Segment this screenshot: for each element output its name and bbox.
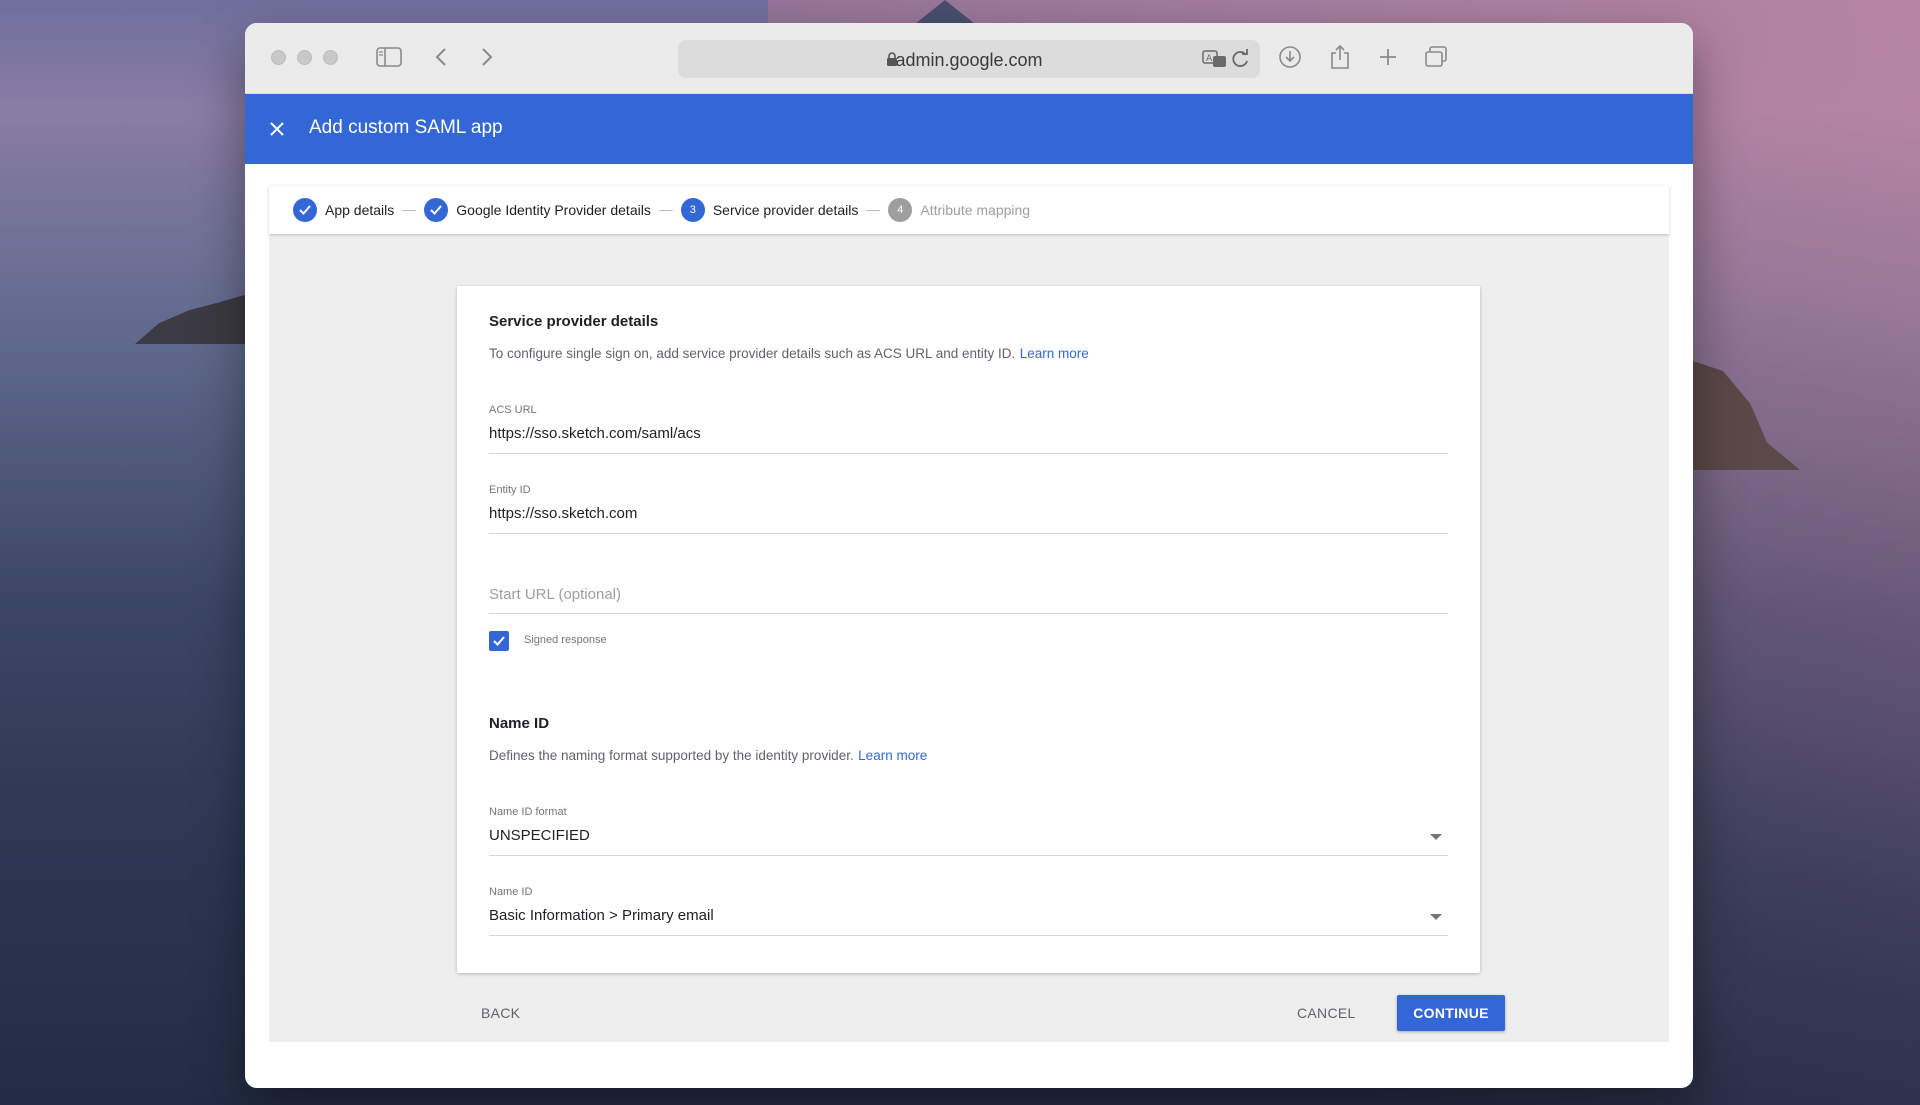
minimize-window-button[interactable] — [297, 50, 312, 65]
step-divider — [402, 209, 417, 211]
step-divider — [866, 209, 881, 211]
main-content: App details Google Identity Provider det… — [269, 186, 1669, 1042]
browser-window: admin.google.com A Add custom SAML app A… — [245, 23, 1693, 1088]
form-card: Service provider details To configure si… — [457, 286, 1480, 973]
section-title: Name ID — [489, 715, 550, 732]
sidebar-icon[interactable] — [375, 43, 403, 71]
acs-url-field[interactable]: ACS URL https://sso.sketch.com/saml/acs — [489, 404, 1448, 454]
field-value: https://sso.sketch.com — [489, 505, 638, 522]
step-service-provider-details[interactable]: 3 Service provider details — [680, 198, 859, 222]
back-button[interactable]: BACK — [469, 997, 532, 1029]
step-number: 3 — [680, 198, 705, 222]
field-label: Name ID — [489, 886, 533, 898]
step-label: Attribute mapping — [920, 202, 1031, 218]
translate-icon[interactable]: A — [1202, 49, 1228, 74]
field-placeholder: Start URL (optional) — [489, 586, 621, 603]
field-value: Basic Information > Primary email — [489, 907, 714, 924]
field-label: Name ID format — [489, 806, 567, 818]
back-icon[interactable] — [427, 43, 455, 71]
section-title: Service provider details — [489, 313, 659, 330]
continue-button[interactable]: CONTINUE — [1397, 995, 1505, 1031]
service-provider-header: Service provider details — [489, 313, 1448, 330]
section-description: Defines the naming format supported by t… — [489, 748, 854, 763]
step-label: Service provider details — [712, 202, 859, 218]
check-icon — [293, 198, 317, 222]
field-label: Entity ID — [489, 484, 531, 496]
checkbox-label: Signed response — [524, 634, 607, 646]
step-google-idp-details[interactable]: Google Identity Provider details — [424, 198, 651, 222]
browser-toolbar: admin.google.com A — [245, 23, 1693, 94]
step-label: App details — [325, 202, 395, 218]
signed-response-checkbox[interactable] — [489, 631, 509, 651]
section-description: To configure single sign on, add service… — [489, 346, 1016, 361]
downloads-icon[interactable] — [1276, 43, 1304, 71]
name-id-select[interactable]: Name ID Basic Information > Primary emai… — [489, 886, 1448, 936]
url-text: admin.google.com — [895, 50, 1043, 70]
dropdown-arrow-icon[interactable] — [1430, 914, 1442, 920]
learn-more-link[interactable]: Learn more — [1020, 346, 1089, 361]
start-url-field[interactable]: Start URL (optional) — [489, 564, 1448, 614]
field-value: UNSPECIFIED — [489, 827, 590, 844]
close-window-button[interactable] — [271, 50, 286, 65]
reload-icon[interactable] — [1232, 49, 1250, 74]
name-id-header: Name ID — [489, 715, 1448, 732]
zoom-window-button[interactable] — [323, 50, 338, 65]
forward-icon[interactable] — [473, 43, 501, 71]
lock-icon — [886, 51, 898, 67]
share-icon[interactable] — [1326, 43, 1354, 71]
address-bar[interactable]: admin.google.com A — [678, 40, 1260, 78]
service-provider-description: To configure single sign on, add service… — [489, 345, 1448, 363]
step-attribute-mapping[interactable]: 4 Attribute mapping — [888, 198, 1030, 222]
wallpaper-island — [135, 292, 255, 344]
name-id-format-select[interactable]: Name ID format UNSPECIFIED — [489, 806, 1448, 856]
step-app-details[interactable]: App details — [293, 198, 394, 222]
new-tab-icon[interactable] — [1374, 43, 1402, 71]
step-divider — [658, 209, 673, 211]
tab-overview-icon[interactable] — [1422, 43, 1450, 71]
close-icon[interactable] — [265, 117, 289, 141]
step-label: Google Identity Provider details — [456, 202, 651, 218]
name-id-description: Defines the naming format supported by t… — [489, 747, 1448, 765]
learn-more-link[interactable]: Learn more — [858, 748, 927, 763]
dropdown-arrow-icon[interactable] — [1430, 834, 1442, 840]
field-value: https://sso.sketch.com/saml/acs — [489, 425, 701, 442]
page-title: Add custom SAML app — [309, 117, 503, 138]
svg-text:A: A — [1206, 54, 1213, 64]
entity-id-field[interactable]: Entity ID https://sso.sketch.com — [489, 484, 1448, 534]
field-label: ACS URL — [489, 404, 537, 416]
cancel-button[interactable]: CANCEL — [1285, 997, 1368, 1029]
check-icon — [424, 198, 449, 222]
step-number: 4 — [888, 198, 913, 222]
stepper: App details Google Identity Provider det… — [269, 186, 1669, 234]
app-header: Add custom SAML app — [245, 94, 1693, 164]
